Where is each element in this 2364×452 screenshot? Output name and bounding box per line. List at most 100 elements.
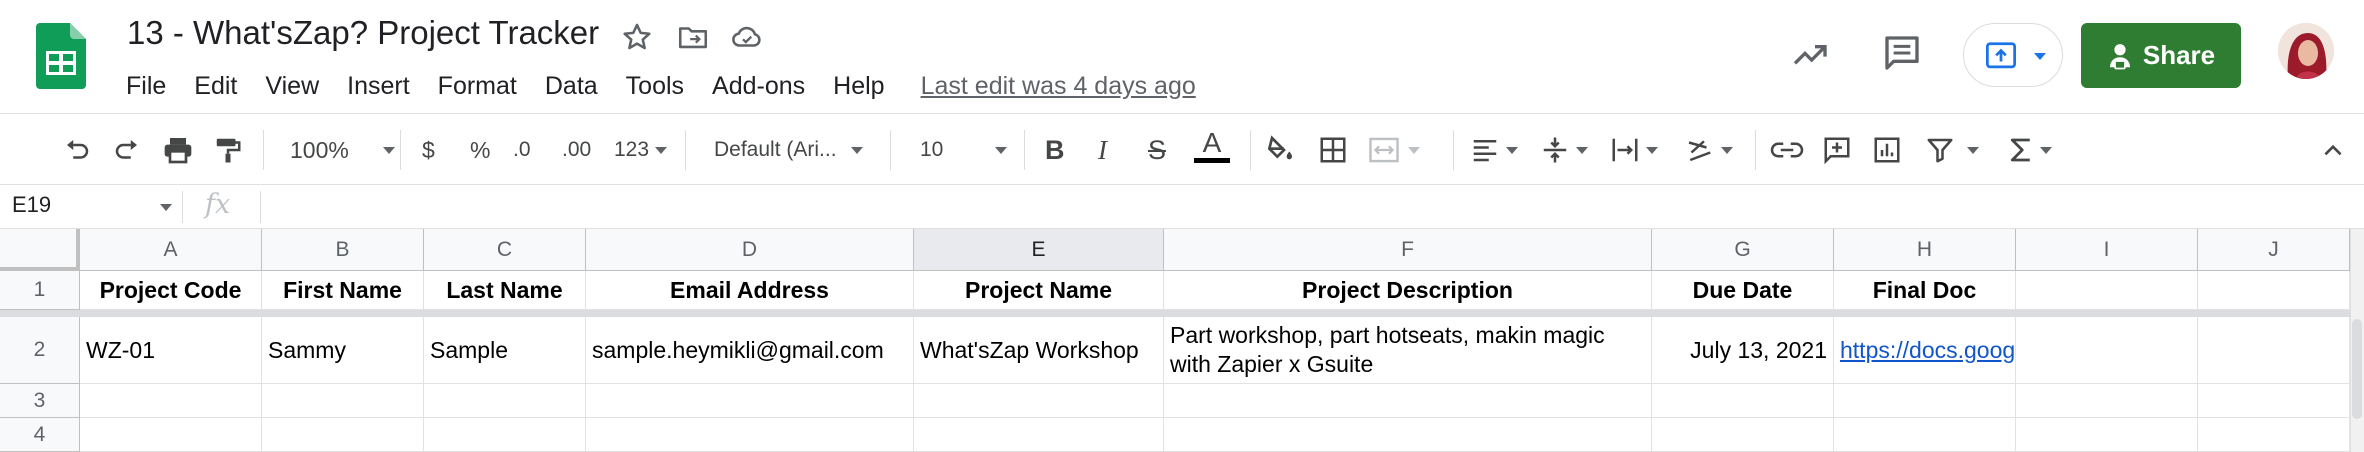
cell-h1[interactable]: Final Doc <box>1834 271 2016 310</box>
menu-help[interactable]: Help <box>819 72 898 101</box>
cell-f3[interactable] <box>1164 384 1652 418</box>
cell-e1[interactable]: Project Name <box>914 271 1164 310</box>
cell-i4[interactable] <box>2016 418 2198 452</box>
text-rotation-icon[interactable] <box>1683 132 1733 168</box>
present-button[interactable] <box>1963 23 2063 87</box>
cell-a1[interactable]: Project Code <box>80 271 262 310</box>
merge-cells-icon[interactable] <box>1368 132 1420 168</box>
text-wrapping-icon[interactable] <box>1610 132 1658 168</box>
column-header-d[interactable]: D <box>586 229 914 271</box>
cell-d4[interactable] <box>586 418 914 452</box>
cell-e4[interactable] <box>914 418 1164 452</box>
cell-c3[interactable] <box>424 384 586 418</box>
cell-j3[interactable] <box>2198 384 2350 418</box>
cell-h3[interactable] <box>1834 384 2016 418</box>
increase-decimal-button[interactable]: .00 <box>562 132 591 168</box>
strikethrough-button[interactable]: S <box>1148 132 1166 168</box>
share-button[interactable]: Share <box>2081 23 2241 88</box>
column-header-c[interactable]: C <box>424 229 586 271</box>
cell-a4[interactable] <box>80 418 262 452</box>
column-header-j[interactable]: J <box>2198 229 2350 271</box>
cell-d2[interactable]: sample.heymikli@gmail.com <box>586 317 914 384</box>
cell-e3[interactable] <box>914 384 1164 418</box>
menu-edit[interactable]: Edit <box>180 72 251 101</box>
row-header-4[interactable]: 4 <box>0 418 80 452</box>
row-header-1[interactable]: 1 <box>0 271 80 310</box>
cell-h4[interactable] <box>1834 418 2016 452</box>
italic-button[interactable]: I <box>1098 132 1107 168</box>
cell-a2[interactable]: WZ-01 <box>80 317 262 384</box>
cell-g3[interactable] <box>1652 384 1834 418</box>
cloud-saved-icon[interactable] <box>730 20 764 54</box>
redo-icon[interactable] <box>112 132 142 168</box>
column-header-f[interactable]: F <box>1164 229 1652 271</box>
filter-icon[interactable] <box>1925 132 1979 168</box>
cell-b2[interactable]: Sammy <box>262 317 424 384</box>
menu-view[interactable]: View <box>251 72 333 101</box>
insert-link-icon[interactable] <box>1770 132 1804 168</box>
row-header-2[interactable]: 2 <box>0 317 80 384</box>
cell-a3[interactable] <box>80 384 262 418</box>
avatar[interactable] <box>2278 23 2334 79</box>
cell-b4[interactable] <box>262 418 424 452</box>
menu-data[interactable]: Data <box>531 72 612 101</box>
cell-d1[interactable]: Email Address <box>586 271 914 310</box>
vertical-align-icon[interactable] <box>1540 132 1588 168</box>
menu-add-ons[interactable]: Add-ons <box>698 72 819 101</box>
menu-insert[interactable]: Insert <box>333 72 424 101</box>
menu-file[interactable]: File <box>112 72 180 101</box>
insert-comment-icon[interactable] <box>1822 132 1852 168</box>
cell-j2[interactable] <box>2198 317 2350 384</box>
bold-button[interactable]: B <box>1045 132 1065 168</box>
currency-format-button[interactable]: $ <box>422 132 435 168</box>
menu-format[interactable]: Format <box>424 72 531 101</box>
column-header-h[interactable]: H <box>1834 229 2016 271</box>
borders-icon[interactable] <box>1318 132 1348 168</box>
cell-b1[interactable]: First Name <box>262 271 424 310</box>
frozen-row-divider[interactable] <box>0 310 2350 317</box>
cell-i1[interactable] <box>2016 271 2198 310</box>
cell-j1[interactable] <box>2198 271 2350 310</box>
insert-chart-icon[interactable] <box>1872 132 1902 168</box>
cell-f2[interactable]: Part workshop, part hotseats, makin magi… <box>1164 317 1652 384</box>
formula-input[interactable] <box>275 193 2335 221</box>
name-box[interactable]: E19 <box>12 192 51 218</box>
font-size-select[interactable]: 10 <box>920 132 1008 168</box>
functions-icon[interactable] <box>2008 132 2052 168</box>
document-title[interactable]: 13 - What'sZap? Project Tracker <box>127 14 599 52</box>
star-icon[interactable] <box>620 20 654 54</box>
vertical-scrollbar-thumb[interactable] <box>2352 319 2362 419</box>
fill-color-icon[interactable] <box>1264 132 1296 168</box>
cell-d3[interactable] <box>586 384 914 418</box>
cell-c2[interactable]: Sample <box>424 317 586 384</box>
cell-g1[interactable]: Due Date <box>1652 271 1834 310</box>
zoom-select[interactable]: 100% <box>290 132 395 168</box>
sheets-logo-icon[interactable] <box>36 23 86 89</box>
cell-i3[interactable] <box>2016 384 2198 418</box>
collapse-menu-icon[interactable] <box>2320 132 2346 168</box>
decrease-decimal-button[interactable]: .0 <box>513 132 531 168</box>
cell-j4[interactable] <box>2198 418 2350 452</box>
cell-i2[interactable] <box>2016 317 2198 384</box>
comments-icon[interactable] <box>1882 33 1922 78</box>
cell-f4[interactable] <box>1164 418 1652 452</box>
column-header-a[interactable]: A <box>80 229 262 271</box>
cell-f1[interactable]: Project Description <box>1164 271 1652 310</box>
print-icon[interactable] <box>162 132 194 168</box>
percent-format-button[interactable]: % <box>470 132 490 168</box>
cell-e2[interactable]: What'sZap Workshop <box>914 317 1164 384</box>
cell-h2-link[interactable]: https://docs.goog <box>1834 317 2016 384</box>
trending-chart-icon[interactable] <box>1790 35 1830 80</box>
column-header-e[interactable]: E <box>914 229 1164 271</box>
text-color-button[interactable]: A <box>1194 128 1230 174</box>
cell-g2[interactable]: July 13, 2021 <box>1652 317 1834 384</box>
select-all-corner[interactable] <box>0 229 80 271</box>
paint-format-icon[interactable] <box>213 132 243 168</box>
menu-tools[interactable]: Tools <box>612 72 698 101</box>
font-select[interactable]: Default (Ari... <box>714 132 863 168</box>
column-header-b[interactable]: B <box>262 229 424 271</box>
more-formats-button[interactable]: 123 <box>614 132 668 168</box>
undo-icon[interactable] <box>62 132 92 168</box>
row-header-3[interactable]: 3 <box>0 384 80 418</box>
cell-b3[interactable] <box>262 384 424 418</box>
